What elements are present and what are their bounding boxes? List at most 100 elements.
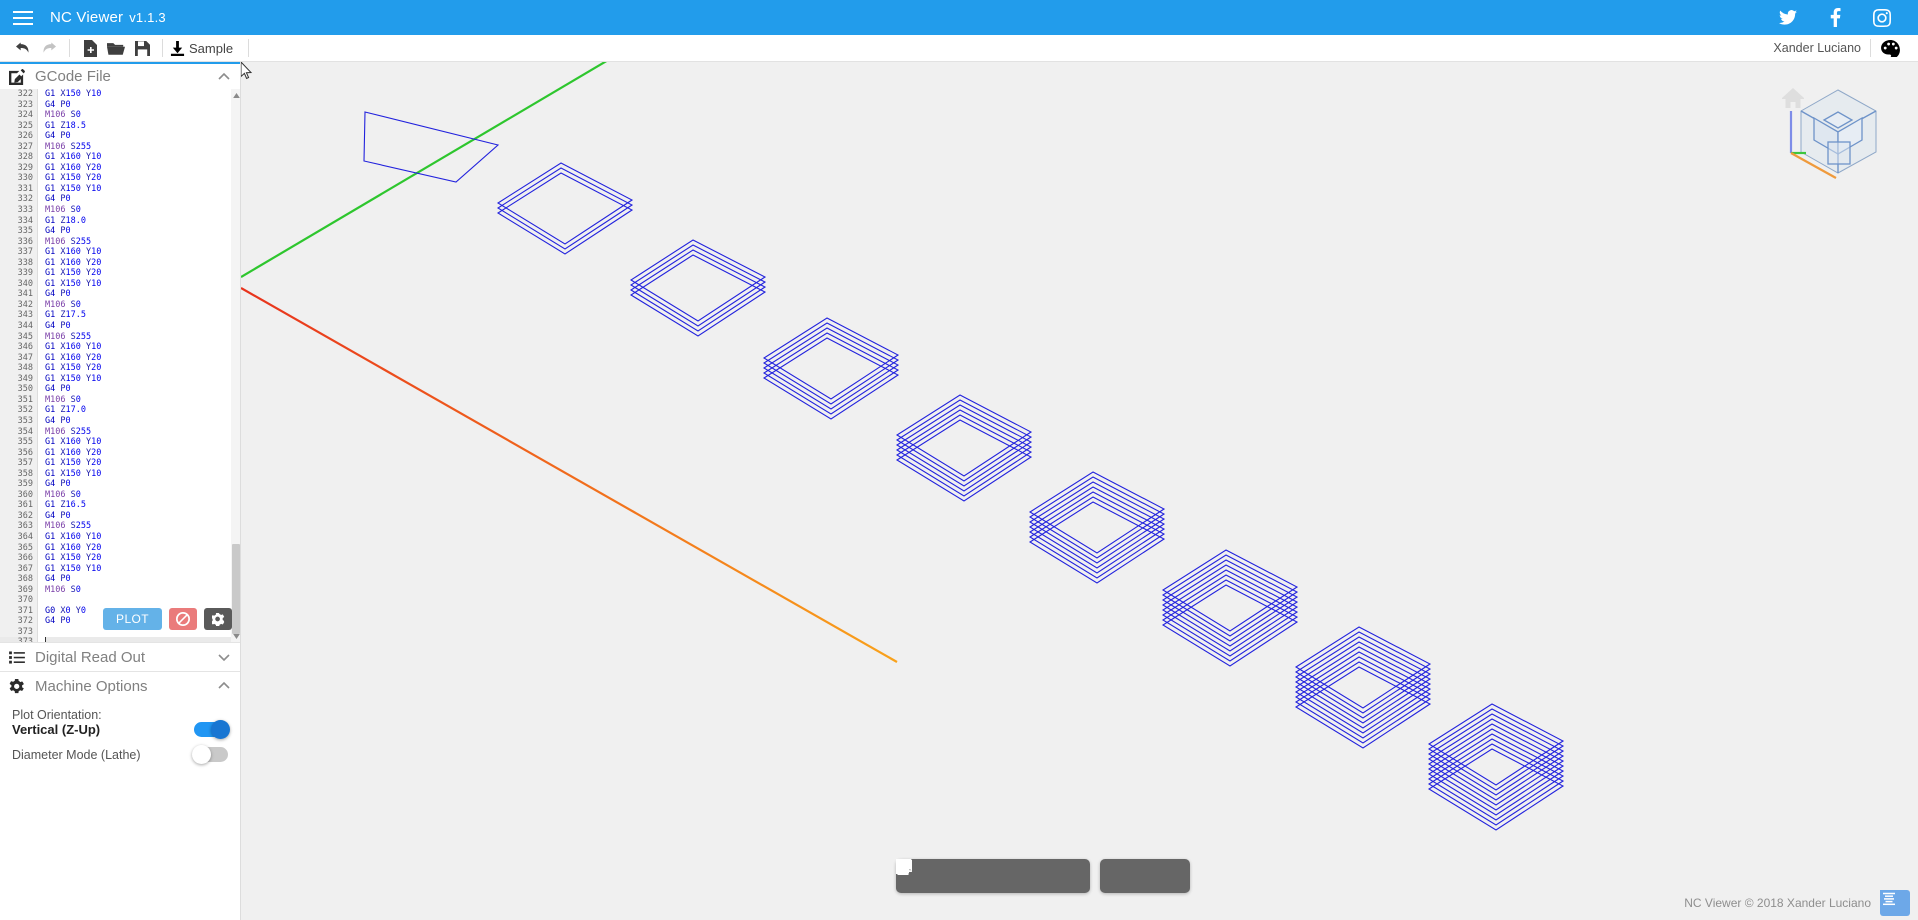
editor-line[interactable]: G4 P0 [45, 226, 240, 237]
editor-line[interactable]: G1 X160 Y10 [45, 437, 240, 448]
editor-line[interactable]: M106 S255 [45, 332, 240, 343]
editor-line[interactable]: M106 S255 [45, 427, 240, 438]
editor-line[interactable]: G4 P0 [45, 289, 240, 300]
chevron-down-icon[interactable] [217, 650, 231, 664]
editor-line[interactable]: G1 X160 Y20 [45, 258, 240, 269]
editor-line-number: 348 [17, 363, 33, 374]
step-forward-button[interactable] [896, 859, 1058, 891]
panel-header-gcode[interactable]: GCode File [0, 62, 240, 89]
editor-line[interactable]: G4 P0 [45, 100, 240, 111]
editor-line[interactable]: G1 X150 Y20 [45, 363, 240, 374]
editor-line[interactable]: G1 X160 Y10 [45, 152, 240, 163]
editor-line[interactable]: M106 S0 [45, 395, 240, 406]
editor-line[interactable]: G1 Z18.0 [45, 216, 240, 227]
editor-line[interactable]: M106 S255 [45, 142, 240, 153]
panel-header-machine[interactable]: Machine Options [0, 671, 240, 700]
editor-line[interactable]: G1 X150 Y20 [45, 268, 240, 279]
editor-line[interactable]: G1 Z18.5 [45, 121, 240, 132]
new-file-button[interactable] [77, 36, 103, 60]
editor-line-number: 369 [17, 584, 33, 595]
editor-line[interactable]: G1 X160 Y20 [45, 448, 240, 459]
editor-line[interactable]: G1 X150 Y10 [45, 564, 240, 575]
editor-line[interactable]: M106 S255 [45, 237, 240, 248]
fullscreen-button[interactable] [896, 859, 1184, 891]
chevron-up-icon[interactable] [217, 70, 231, 84]
settings-button[interactable] [896, 859, 1158, 891]
editor-line[interactable]: G1 X160 Y10 [45, 342, 240, 353]
editor-line-number: 339 [17, 268, 33, 279]
instagram-icon[interactable] [1872, 8, 1892, 28]
editor-line[interactable]: G4 P0 [45, 574, 240, 585]
redo-button[interactable] [36, 36, 62, 60]
nc-viewer-logo[interactable] [1880, 890, 1910, 916]
clear-button[interactable] [169, 608, 197, 630]
gcode-editor[interactable]: 322 323 324 325 326 327 328 329 330 331 332 333 334 3… [0, 89, 240, 642]
editor-line-number: 342 [17, 299, 33, 310]
3d-viewport[interactable]: NC Viewer © 2018 Xander Luciano [241, 62, 1918, 920]
editor-line-number: 340 [17, 278, 33, 289]
editor-line[interactable]: G4 P0 [45, 384, 240, 395]
editor-line[interactable]: G1 X160 Y10 [45, 247, 240, 258]
editor-line[interactable]: G1 X150 Y10 [45, 279, 240, 290]
editor-line[interactable]: G4 P0 [45, 511, 240, 522]
editor-scroll-thumb[interactable] [232, 544, 240, 634]
editor-line-number: 360 [17, 489, 33, 500]
editor-line[interactable]: G1 X150 Y20 [45, 458, 240, 469]
chevron-up-icon[interactable] [217, 679, 231, 693]
open-file-button[interactable] [103, 36, 129, 60]
toggle-plot-orientation[interactable] [194, 720, 230, 739]
palette-icon[interactable] [1880, 38, 1900, 58]
hamburger-icon[interactable] [6, 0, 40, 35]
twitter-icon[interactable] [1778, 8, 1798, 28]
undo-button[interactable] [10, 36, 36, 60]
stop-button[interactable] [896, 859, 1006, 891]
editor-line[interactable]: G1 X150 Y10 [45, 374, 240, 385]
editor-scrollbar[interactable] [231, 89, 240, 642]
editor-line[interactable]: G4 P0 [45, 416, 240, 427]
x-axis-line [241, 287, 898, 663]
editor-line[interactable]: G1 Z17.0 [45, 405, 240, 416]
editor-line[interactable]: G1 X160 Y20 [45, 543, 240, 554]
editor-line[interactable]: M106 S255 [45, 521, 240, 532]
reverse-play-button[interactable] [896, 859, 980, 891]
editor-line[interactable]: M106 S0 [45, 300, 240, 311]
editor-line-number: 329 [17, 162, 33, 173]
editor-line[interactable]: G1 X150 Y20 [45, 553, 240, 564]
editor-code[interactable]: G1 X150 Y10 G4 P0 M106 S0 G1 Z18.5 G4 P0 M106… [38, 89, 240, 642]
editor-line[interactable]: M106 S0 [45, 585, 240, 596]
nav-cube[interactable] [1772, 70, 1892, 180]
editor-line[interactable]: G1 X150 Y10 [45, 469, 240, 480]
save-file-button[interactable] [129, 36, 155, 60]
editor-line[interactable]: G1 X150 Y10 [45, 89, 240, 100]
editor-line[interactable]: G4 P0 [45, 131, 240, 142]
editor-line[interactable]: G4 P0 [45, 479, 240, 490]
editor-settings-button[interactable] [204, 608, 232, 630]
plot-button[interactable]: PLOT [103, 608, 162, 630]
editor-line[interactable]: G1 X160 Y10 [45, 532, 240, 543]
simulate-button[interactable] [897, 859, 1132, 891]
editor-line[interactable]: G4 P0 [45, 194, 240, 205]
editor-line[interactable]: G1 Z16.5 [45, 500, 240, 511]
editor-line[interactable]: G1 X160 Y20 [45, 163, 240, 174]
editor-line[interactable]: G1 Z17.5 [45, 310, 240, 321]
facebook-icon[interactable] [1825, 8, 1845, 28]
editor-line[interactable]: G1 X160 Y20 [45, 353, 240, 364]
scroll-down-arrow[interactable] [231, 630, 240, 642]
editor-line[interactable]: G1 X150 Y20 [45, 173, 240, 184]
editor-line-number: 345 [17, 331, 33, 342]
toggle-diameter-mode[interactable] [192, 745, 228, 764]
editor-line[interactable]: M106 S0 [45, 205, 240, 216]
sample-button[interactable]: Sample [170, 40, 241, 56]
step-back-button[interactable] [896, 859, 954, 891]
editor-line[interactable]: M106 S0 [45, 110, 240, 121]
panel-header-dro[interactable]: Digital Read Out [0, 642, 240, 671]
editor-line[interactable]: G4 P0 [45, 321, 240, 332]
skip-to-end-button[interactable] [896, 859, 1084, 891]
editor-line[interactable] [45, 595, 240, 606]
editor-line[interactable]: G1 X150 Y10 [45, 184, 240, 195]
play-button[interactable] [896, 859, 1032, 891]
list-icon [9, 650, 27, 664]
editor-line-current[interactable] [45, 637, 240, 642]
editor-line[interactable]: M106 S0 [45, 490, 240, 501]
scroll-up-arrow[interactable] [231, 89, 240, 101]
